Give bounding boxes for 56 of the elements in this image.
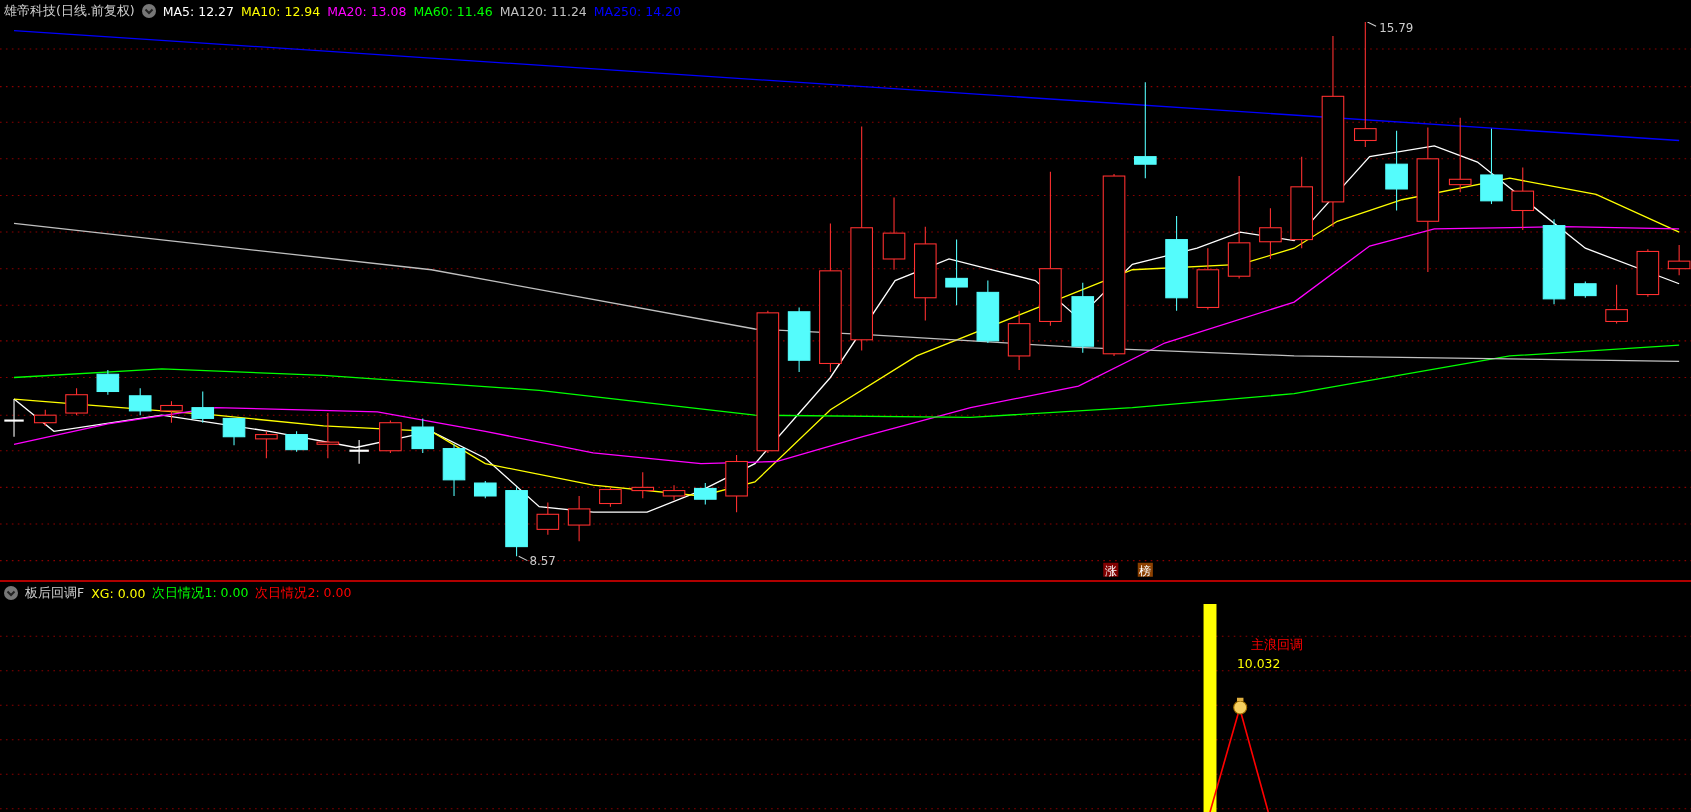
candlestick (33, 409, 57, 427)
chart-title: 雄帝科技(日线.前复权) (4, 2, 135, 20)
indicator-value: MA60: 11.46 (413, 3, 493, 19)
candlestick (255, 430, 278, 459)
candlestick (1196, 247, 1220, 311)
candlestick (787, 306, 811, 373)
candlestick (1071, 282, 1095, 354)
candlestick (128, 387, 152, 416)
candlestick (442, 443, 466, 497)
candlestick (662, 484, 686, 501)
candlestick (725, 454, 748, 513)
indicator-value: MA10: 12.94 (241, 3, 321, 19)
indicator-value: MA5: 12.27 (162, 3, 234, 19)
candlestick (599, 486, 622, 508)
candlestick (631, 471, 655, 499)
candlestick (191, 390, 215, 424)
indicator-value: MA120: 11.24 (499, 3, 587, 19)
candlestick (316, 412, 340, 459)
candlestick (536, 501, 560, 536)
candlestick (505, 486, 528, 557)
indicator-value: XG: 0.00 (91, 585, 146, 601)
candlestick (694, 482, 717, 506)
signal-badge: 榜 (1137, 562, 1153, 578)
candlestick (379, 420, 402, 454)
signal-label: 主浪回调 (1251, 637, 1303, 653)
candlestick (1636, 248, 1660, 298)
signal-badge: 涨 (1103, 562, 1119, 578)
candlestick (1511, 166, 1535, 231)
dropdown-icon[interactable] (141, 4, 156, 18)
candlestick (1605, 284, 1628, 325)
candlestick (1574, 281, 1597, 299)
leader-line (1366, 22, 1377, 27)
chart-title: 板后回调F (25, 584, 85, 602)
indicator-value: 次日情况1: 0.00 (152, 584, 249, 602)
candlestick (411, 417, 435, 454)
candlestick (4, 398, 24, 438)
candlestick (567, 495, 591, 542)
price-label: 8.57 (529, 553, 556, 568)
candlestick (96, 369, 120, 396)
leader-line (518, 555, 528, 562)
candlestick (473, 480, 497, 499)
candlestick (285, 430, 308, 453)
candlestick (976, 280, 1000, 344)
candlestick (1259, 207, 1282, 260)
dropdown-icon[interactable] (4, 586, 18, 600)
price-label: 15.79 (1379, 22, 1414, 35)
candlestick (65, 387, 88, 416)
signal-value: 10.032 (1237, 655, 1281, 671)
candlestick (349, 439, 369, 465)
candlestick (945, 239, 968, 306)
indicator-value: 次日情况2: 0.00 (255, 584, 352, 602)
candlestick (222, 417, 246, 446)
indicator-value: MA250: 14.20 (593, 3, 681, 19)
candlestick (1007, 310, 1031, 371)
candlestick (160, 400, 183, 424)
indicator-value: MA20: 13.08 (327, 3, 407, 19)
